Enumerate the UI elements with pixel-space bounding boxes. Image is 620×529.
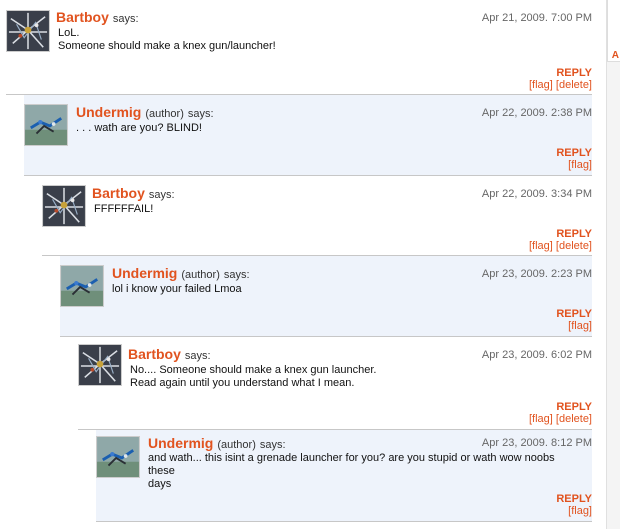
comment-divider <box>96 521 592 522</box>
username-link[interactable]: Bartboy <box>56 9 109 25</box>
comment-date: Apr 21, 2009. 7:00 PM <box>481 12 592 24</box>
comment-body: lol i know your failed Lmoa <box>112 283 584 296</box>
moderation-links: [flag] [delete] <box>529 240 592 253</box>
comment-body: LoL. Someone should make a knex gun/laun… <box>58 27 584 53</box>
reply-button[interactable]: REPLY <box>556 493 592 505</box>
moderation-links: [flag] <box>556 320 592 333</box>
comment-body: . . . wath are you? BLIND! <box>76 122 584 135</box>
reply-button[interactable]: REPLY <box>529 67 592 79</box>
comment-actions: REPLY [flag] [delete] <box>529 401 592 426</box>
undermig-avatar-image <box>25 105 67 145</box>
says-label: says: <box>223 269 250 281</box>
comment-line: No.... Someone should make a knex gun la… <box>130 364 377 376</box>
comment-body: and wath... this isint a grenade launche… <box>148 452 584 491</box>
reply-button[interactable]: REPLY <box>556 147 592 159</box>
sidebar-letter: A <box>611 50 619 61</box>
user-avatar[interactable] <box>96 436 140 478</box>
username-link[interactable]: Bartboy <box>128 346 181 362</box>
username-link[interactable]: Undermig <box>112 265 177 281</box>
comment-header: Undermig (author) says: <box>76 104 214 120</box>
comment-header: Bartboy says: <box>92 185 175 201</box>
moderation-links: [flag] [delete] <box>529 413 592 426</box>
username-link[interactable]: Undermig <box>76 104 141 120</box>
bartboy-avatar-image <box>79 345 121 385</box>
comment-actions: REPLY [flag] [delete] <box>529 67 592 92</box>
username-link[interactable]: Undermig <box>148 435 213 451</box>
comment-line: days <box>148 478 172 490</box>
flag-link[interactable]: [flag] <box>568 159 592 171</box>
delete-link[interactable]: [delete] <box>556 79 592 91</box>
reply-button[interactable]: REPLY <box>529 401 592 413</box>
comment-line: FFFFFFAIL! <box>94 203 154 215</box>
says-label: says: <box>259 439 286 451</box>
comment: Undermig (author) says: Apr 22, 2009. 2:38… <box>24 95 592 176</box>
comment-line: Read again until you understand what I m… <box>130 377 355 389</box>
comment-date: Apr 22, 2009. 2:38 PM <box>481 107 592 119</box>
bartboy-avatar-image <box>7 11 49 51</box>
comment-date: Apr 23, 2009. 8:12 PM <box>481 437 592 449</box>
comment-line: Someone should make a knex gun/launcher! <box>58 40 276 52</box>
user-avatar[interactable] <box>24 104 68 146</box>
page-scrollbar[interactable]: A <box>606 0 620 529</box>
moderation-links: [flag] <box>556 159 592 172</box>
flag-link[interactable]: [flag] <box>568 320 592 332</box>
bartboy-avatar-image <box>43 186 85 226</box>
comment-actions: REPLY [flag] <box>556 308 592 333</box>
comment-date: Apr 23, 2009. 6:02 PM <box>481 349 592 361</box>
comment-actions: REPLY [flag] [delete] <box>529 228 592 253</box>
user-avatar[interactable] <box>6 10 50 52</box>
says-label: says: <box>112 13 139 25</box>
comment-line: LoL. <box>58 27 80 39</box>
comment: Bartboy says: Apr 22, 2009. 3:34 PM FFFFF… <box>42 176 592 256</box>
comment: Undermig (author) says: Apr 23, 2009. 2:23… <box>60 256 592 337</box>
flag-link[interactable]: [flag] <box>529 79 553 91</box>
says-label: says: <box>184 350 211 362</box>
undermig-avatar-image <box>97 437 139 477</box>
flag-link[interactable]: [flag] <box>568 505 592 517</box>
comment-actions: REPLY [flag] <box>556 147 592 172</box>
comment: Undermig (author) says: Apr 23, 2009. 8:12… <box>96 430 592 522</box>
delete-link[interactable]: [delete] <box>556 413 592 425</box>
user-avatar[interactable] <box>42 185 86 227</box>
comment-header: Undermig (author) says: <box>112 265 250 281</box>
flag-link[interactable]: [flag] <box>529 413 553 425</box>
user-avatar[interactable] <box>60 265 104 307</box>
comment-body: FFFFFFAIL! <box>94 203 584 216</box>
says-label: says: <box>187 108 214 120</box>
comment-header: Bartboy says: <box>128 346 211 362</box>
username-link[interactable]: Bartboy <box>92 185 145 201</box>
comment-date: Apr 23, 2009. 2:23 PM <box>481 268 592 280</box>
user-avatar[interactable] <box>78 344 122 386</box>
comment: Bartboy says: Apr 23, 2009. 6:02 PM No...… <box>78 337 592 430</box>
comment-line: and wath... this isint a grenade launche… <box>148 452 558 477</box>
moderation-links: [flag] [delete] <box>529 79 592 92</box>
says-label: says: <box>148 189 175 201</box>
comment-body: No.... Someone should make a knex gun la… <box>130 364 584 390</box>
comment-header: Bartboy says: <box>56 9 139 25</box>
author-tag: (author) <box>181 269 220 281</box>
comment-date: Apr 22, 2009. 3:34 PM <box>481 188 592 200</box>
reply-button[interactable]: REPLY <box>529 228 592 240</box>
reply-button[interactable]: REPLY <box>556 308 592 320</box>
delete-link[interactable]: [delete] <box>556 240 592 252</box>
comment: Bartboy says: Apr 21, 2009. 7:00 PM LoL. … <box>6 0 592 95</box>
comment-header: Undermig (author) says: <box>148 435 286 451</box>
comment-line: lol i know your failed Lmoa <box>112 283 242 295</box>
undermig-avatar-image <box>61 266 103 306</box>
moderation-links: [flag] <box>556 505 592 518</box>
author-tag: (author) <box>217 439 256 451</box>
author-tag: (author) <box>145 108 184 120</box>
comment-line: . . . wath are you? BLIND! <box>76 122 202 134</box>
comment-actions: REPLY [flag] <box>556 493 592 518</box>
flag-link[interactable]: [flag] <box>529 240 553 252</box>
